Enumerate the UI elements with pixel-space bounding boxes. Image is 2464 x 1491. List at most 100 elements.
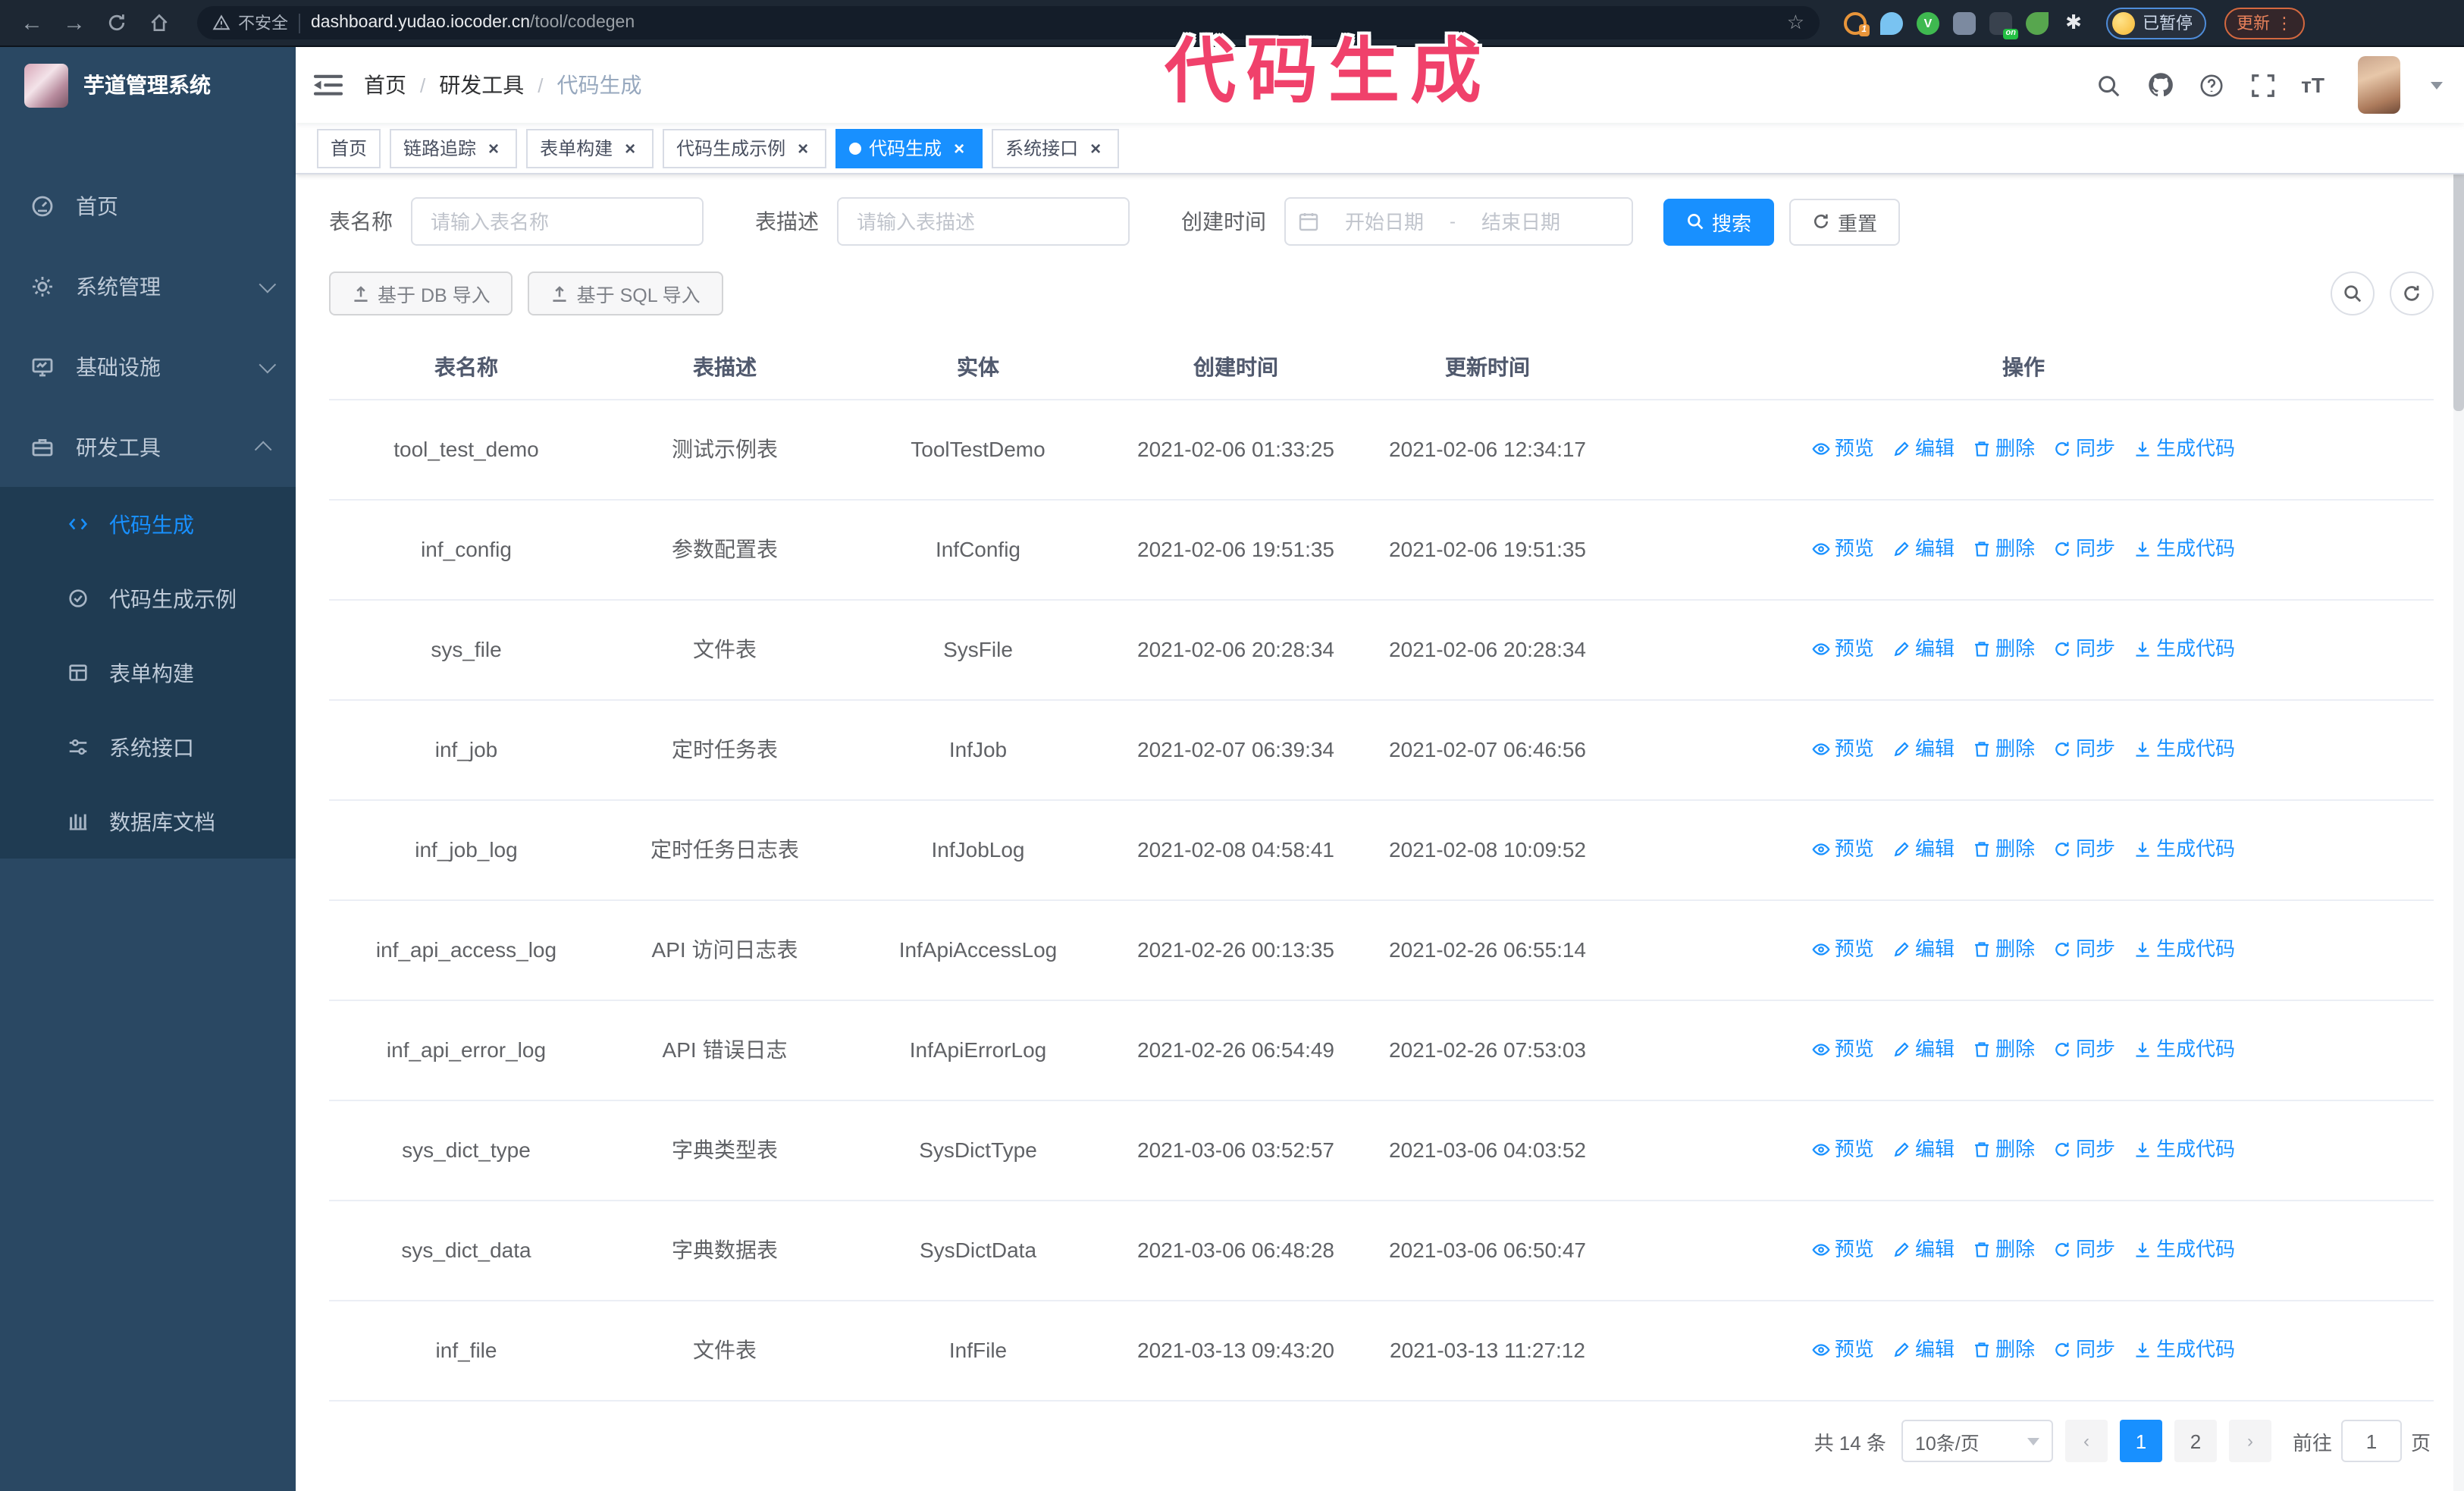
delete-link[interactable]: 删除 [1973, 1334, 2035, 1366]
edit-link[interactable]: 编辑 [1892, 633, 1955, 665]
next-page-button[interactable]: › [2228, 1420, 2271, 1462]
extension-icon-vue-devtools[interactable]: V [1917, 11, 1939, 34]
date-range-picker[interactable]: - [1284, 197, 1633, 246]
delete-link[interactable]: 删除 [1973, 533, 2035, 565]
edit-link[interactable]: 编辑 [1892, 833, 1955, 865]
edit-link[interactable]: 编辑 [1892, 1334, 1955, 1366]
generate-code-link[interactable]: 生成代码 [2133, 1334, 2235, 1366]
extension-icon-dark[interactable]: on [1989, 11, 2018, 39]
delete-link[interactable]: 删除 [1973, 1034, 2035, 1066]
close-icon[interactable]: × [484, 138, 503, 158]
edit-link[interactable]: 编辑 [1892, 934, 1955, 965]
generate-code-link[interactable]: 生成代码 [2133, 1134, 2235, 1166]
github-icon[interactable] [2146, 71, 2174, 99]
delete-link[interactable]: 删除 [1973, 433, 2035, 465]
security-warning[interactable]: 不安全 [212, 11, 288, 35]
close-icon[interactable]: × [620, 138, 640, 158]
table-name-input[interactable] [411, 197, 704, 246]
address-bar[interactable]: 不安全 dashboard.yudao.iocoder.cn/tool/code… [197, 6, 1820, 39]
tab-codegen-example[interactable]: 代码生成示例 × [663, 128, 827, 168]
search-button[interactable]: 搜索 [1663, 198, 1775, 245]
caret-down-icon[interactable] [2431, 81, 2443, 89]
preview-link[interactable]: 预览 [1812, 1034, 1874, 1066]
sidebar-item-db-doc[interactable]: 数据库文档 [0, 784, 296, 859]
fullscreen-icon[interactable] [2249, 71, 2277, 99]
delete-link[interactable]: 删除 [1973, 934, 2035, 965]
sidebar-item-codegen[interactable]: 代码生成 [0, 487, 296, 561]
edit-link[interactable]: 编辑 [1892, 1234, 1955, 1266]
sync-link[interactable]: 同步 [2053, 1034, 2115, 1066]
generate-code-link[interactable]: 生成代码 [2133, 633, 2235, 665]
end-date-input[interactable] [1462, 210, 1580, 233]
extensions-puzzle-icon[interactable]: ✱ [2062, 11, 2085, 34]
toggle-search-button[interactable] [2331, 272, 2375, 315]
sync-link[interactable]: 同步 [2053, 833, 2115, 865]
sync-link[interactable]: 同步 [2053, 733, 2115, 765]
import-sql-button[interactable]: 基于 SQL 导入 [528, 272, 723, 315]
edit-link[interactable]: 编辑 [1892, 1034, 1955, 1066]
browser-profile-chip[interactable]: 已暂停 [2106, 7, 2206, 39]
extension-icon-blue-drop[interactable] [1880, 11, 1903, 34]
tab-home[interactable]: 首页 [317, 128, 381, 168]
extension-icon-green-leaf[interactable] [2026, 11, 2049, 34]
generate-code-link[interactable]: 生成代码 [2133, 934, 2235, 965]
preview-link[interactable]: 预览 [1812, 833, 1874, 865]
search-icon[interactable] [2095, 71, 2122, 99]
preview-link[interactable]: 预览 [1812, 433, 1874, 465]
hamburger-icon[interactable] [314, 73, 343, 97]
close-icon[interactable]: × [793, 138, 813, 158]
breadcrumb-devtools[interactable]: 研发工具 [439, 70, 524, 100]
tab-form-builder[interactable]: 表单构建 × [526, 128, 654, 168]
sync-link[interactable]: 同步 [2053, 433, 2115, 465]
delete-link[interactable]: 删除 [1973, 733, 2035, 765]
preview-link[interactable]: 预览 [1812, 1134, 1874, 1166]
sidebar-item-system[interactable]: 系统管理 [0, 246, 296, 326]
preview-link[interactable]: 预览 [1812, 934, 1874, 965]
sync-link[interactable]: 同步 [2053, 533, 2115, 565]
page-button-2[interactable]: 2 [2174, 1420, 2217, 1462]
scrollbar[interactable] [2453, 47, 2464, 1491]
generate-code-link[interactable]: 生成代码 [2133, 1234, 2235, 1266]
edit-link[interactable]: 编辑 [1892, 533, 1955, 565]
forward-icon[interactable]: → [58, 6, 91, 39]
tab-system-api[interactable]: 系统接口 × [992, 128, 1120, 168]
sync-link[interactable]: 同步 [2053, 1334, 2115, 1366]
bookmark-star-icon[interactable]: ☆ [1787, 11, 1804, 35]
start-date-input[interactable] [1325, 210, 1444, 233]
sync-link[interactable]: 同步 [2053, 934, 2115, 965]
back-icon[interactable]: ← [15, 6, 49, 39]
generate-code-link[interactable]: 生成代码 [2133, 733, 2235, 765]
page-size-select[interactable]: 10条/页 [1901, 1420, 2053, 1462]
home-icon[interactable] [143, 6, 176, 39]
edit-link[interactable]: 编辑 [1892, 733, 1955, 765]
sync-link[interactable]: 同步 [2053, 1234, 2115, 1266]
sync-link[interactable]: 同步 [2053, 633, 2115, 665]
generate-code-link[interactable]: 生成代码 [2133, 533, 2235, 565]
close-icon[interactable]: × [1086, 138, 1105, 158]
goto-page-input[interactable] [2340, 1420, 2402, 1462]
breadcrumb-home[interactable]: 首页 [364, 70, 406, 100]
edit-link[interactable]: 编辑 [1892, 1134, 1955, 1166]
app-logo-row[interactable]: 芋道管理系统 [0, 47, 296, 123]
sidebar-item-form-builder[interactable]: 表单构建 [0, 636, 296, 710]
table-desc-input[interactable] [837, 197, 1130, 246]
delete-link[interactable]: 删除 [1973, 1234, 2035, 1266]
generate-code-link[interactable]: 生成代码 [2133, 433, 2235, 465]
preview-link[interactable]: 预览 [1812, 633, 1874, 665]
sidebar-item-home[interactable]: 首页 [0, 165, 296, 246]
reset-button[interactable]: 重置 [1789, 198, 1901, 245]
prev-page-button[interactable]: ‹ [2064, 1420, 2108, 1462]
close-icon[interactable]: × [949, 138, 969, 158]
avatar[interactable] [2358, 56, 2400, 114]
sidebar-item-infra[interactable]: 基础设施 [0, 326, 296, 406]
sidebar-item-codegen-example[interactable]: 代码生成示例 [0, 561, 296, 636]
sync-link[interactable]: 同步 [2053, 1134, 2115, 1166]
help-icon[interactable] [2198, 71, 2225, 99]
preview-link[interactable]: 预览 [1812, 533, 1874, 565]
delete-link[interactable]: 删除 [1973, 1134, 2035, 1166]
extension-icon-orange-ring[interactable]: 1 [1844, 11, 1870, 36]
refresh-table-button[interactable] [2390, 272, 2434, 315]
delete-link[interactable]: 删除 [1973, 833, 2035, 865]
edit-link[interactable]: 编辑 [1892, 433, 1955, 465]
tab-codegen[interactable]: 代码生成 × [835, 128, 983, 168]
